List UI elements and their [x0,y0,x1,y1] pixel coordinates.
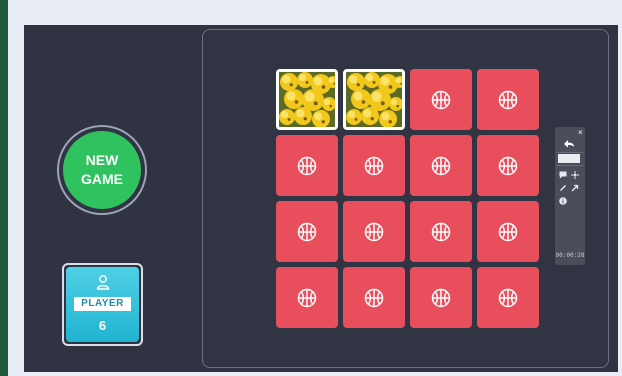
yellow-flowers-image [279,72,335,127]
basketball-icon [498,288,518,307]
basketball-icon [364,156,384,175]
timer: 00:00:28 [555,252,585,259]
new-game-button[interactable]: NEW GAME [63,131,141,209]
basketball-icon [364,288,384,307]
memory-card[interactable] [276,201,338,262]
memory-card[interactable] [410,135,472,196]
memory-card-revealed[interactable] [343,69,405,130]
basketball-icon [431,288,451,307]
board-panel [202,29,609,368]
move-icon[interactable] [571,171,579,179]
basketball-icon [498,90,518,109]
basketball-icon [364,222,384,241]
back-arrow-icon[interactable] [558,137,582,150]
memory-card[interactable] [343,267,405,328]
tool-panel: × 00:00:28 [555,127,585,265]
basketball-icon [498,156,518,175]
memory-card[interactable] [410,69,472,130]
pointer-icon[interactable] [571,184,579,192]
memory-card[interactable] [343,135,405,196]
tool-divider [557,152,583,153]
pen-icon[interactable] [559,184,567,192]
info-icon[interactable] [559,197,567,205]
memory-card[interactable] [477,201,539,262]
basketball-icon [431,156,451,175]
basketball-icon [297,222,317,241]
memory-card[interactable] [477,267,539,328]
player-label: PLAYER [74,297,131,311]
user-icon [96,275,110,290]
yellow-flowers-image [346,72,402,127]
player-card: PLAYER 6 [66,267,139,342]
basketball-icon [431,222,451,241]
memory-card[interactable] [276,135,338,196]
memory-card[interactable] [276,267,338,328]
color-swatch[interactable] [558,154,580,163]
left-edge-strip [0,0,8,376]
memory-card[interactable] [477,135,539,196]
memory-card[interactable] [477,69,539,130]
basketball-icon [498,222,518,241]
tool-divider [557,165,583,166]
close-icon[interactable]: × [578,128,583,137]
basketball-icon [431,90,451,109]
new-game-label: NEW GAME [81,152,123,187]
player-count: 6 [98,318,107,333]
memory-card[interactable] [343,201,405,262]
memory-card[interactable] [410,267,472,328]
basketball-icon [297,288,317,307]
basketball-icon [297,156,317,175]
comment-icon[interactable] [559,171,567,179]
memory-card-revealed[interactable] [276,69,338,130]
memory-card[interactable] [410,201,472,262]
